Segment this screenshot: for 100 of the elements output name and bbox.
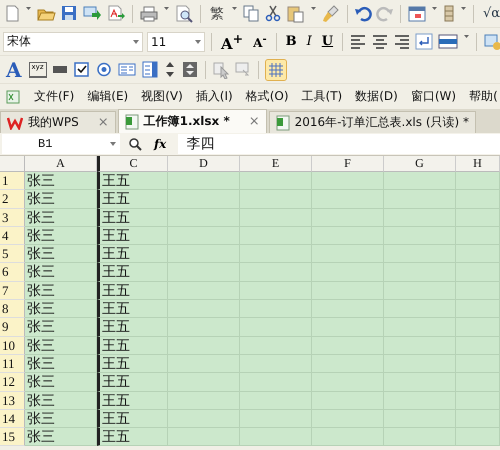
- row-header[interactable]: 10: [0, 336, 25, 355]
- font-dropdown[interactable]: 宋体: [3, 32, 143, 52]
- scissors-icon[interactable]: [264, 4, 282, 23]
- table-cell: 王五: [97, 300, 168, 318]
- underline-button[interactable]: U: [318, 32, 336, 50]
- menu-item[interactable]: 格式(O): [246, 88, 289, 105]
- column-header[interactable]: E: [240, 156, 312, 172]
- close-tab-button[interactable]: ×: [248, 114, 260, 129]
- row-header[interactable]: 6: [0, 263, 25, 282]
- table-cell: [168, 172, 240, 190]
- menu-item[interactable]: 编辑(E): [87, 88, 128, 105]
- table-cell: 张三: [25, 208, 97, 227]
- italic-button[interactable]: I: [304, 32, 315, 50]
- row-header[interactable]: 2: [0, 190, 25, 209]
- table-cell: 王五: [97, 282, 168, 300]
- table-cell: [168, 428, 240, 446]
- table-cell: 张三: [25, 300, 97, 318]
- combo-box-icon[interactable]: [140, 60, 158, 79]
- bold-button[interactable]: B: [282, 32, 300, 50]
- row-header[interactable]: 13: [0, 392, 25, 410]
- table-cell: 张三: [25, 190, 97, 209]
- insert-function-button[interactable]: fx: [150, 137, 170, 151]
- column-icon[interactable]: [442, 4, 456, 23]
- tab-label: 我的WPS: [28, 114, 79, 131]
- table-cell: [384, 428, 456, 446]
- row-header[interactable]: 1: [0, 172, 25, 190]
- row-header[interactable]: 9: [0, 318, 25, 337]
- save-icon[interactable]: [60, 4, 78, 23]
- row-header[interactable]: 5: [0, 245, 25, 264]
- column-header[interactable]: A: [25, 156, 97, 172]
- zoom-icon[interactable]: [128, 137, 142, 151]
- table-cell: 王五: [97, 392, 168, 410]
- shrink-font-button[interactable]: A$^{-}$: [250, 31, 270, 52]
- pdf-export-icon[interactable]: [106, 4, 126, 23]
- table-cell: 王五: [97, 410, 168, 428]
- name-box[interactable]: B1: [2, 134, 120, 154]
- paintbrush-icon[interactable]: [321, 4, 341, 23]
- scroll-bar-icon[interactable]: [180, 60, 198, 79]
- grow-font-button[interactable]: A$^{+}$: [218, 30, 246, 53]
- print-preview-icon[interactable]: [174, 4, 194, 23]
- table-cell: 张三: [25, 373, 97, 392]
- table-cell: [456, 428, 500, 446]
- wordart-button[interactable]: A: [3, 60, 25, 78]
- table-cell: 张三: [25, 410, 97, 428]
- spreadsheet-icon[interactable]: [5, 88, 21, 104]
- table-icon[interactable]: [407, 4, 427, 23]
- row-header[interactable]: 15: [0, 428, 25, 446]
- table-cell: 张三: [25, 392, 97, 410]
- row-header[interactable]: 3: [0, 208, 25, 227]
- table-cell: 张三: [25, 245, 97, 264]
- menu-item[interactable]: 工具(T): [302, 88, 342, 105]
- menu-item[interactable]: 窗口(W): [410, 88, 456, 105]
- traditional-chinese-button[interactable]: 繁: [207, 4, 227, 22]
- document-tab[interactable]: 2016年-订单汇总表.xls (只读) *: [268, 111, 476, 133]
- table-cell: 王五: [97, 208, 168, 227]
- wps-logo-icon: [7, 116, 23, 130]
- paste-icon[interactable]: [286, 4, 306, 23]
- printer-icon[interactable]: [139, 4, 159, 23]
- undo-icon[interactable]: [354, 4, 372, 23]
- column-header[interactable]: C: [97, 156, 168, 172]
- menu-item[interactable]: 帮助(: [469, 88, 498, 105]
- menu-item[interactable]: 数据(D): [355, 88, 398, 105]
- gridlines-button[interactable]: [264, 58, 286, 80]
- row-header[interactable]: 7: [0, 282, 25, 300]
- table-cell: [240, 172, 312, 190]
- table-cell: [312, 172, 384, 190]
- checkbox-icon[interactable]: [72, 60, 90, 79]
- spreadsheet-icon: [124, 114, 139, 130]
- menu-item[interactable]: 文件(F): [34, 88, 74, 105]
- wrap-text-icon[interactable]: [415, 32, 434, 51]
- table-cell: 王五: [97, 428, 168, 446]
- document-tab[interactable]: 工作簿1.xlsx * ×: [118, 109, 267, 133]
- menu-item[interactable]: 视图(V): [141, 88, 183, 105]
- column-header[interactable]: D: [168, 156, 240, 172]
- column-header[interactable]: G: [384, 156, 456, 172]
- table-cell: 王五: [97, 172, 168, 190]
- row-header[interactable]: 11: [0, 354, 25, 374]
- formula-input[interactable]: 李四: [178, 134, 500, 154]
- table-cell: [312, 428, 384, 446]
- merge-cells-icon[interactable]: [437, 32, 460, 51]
- table-cell: 王五: [97, 245, 168, 264]
- radio-button-icon[interactable]: [94, 60, 112, 79]
- table-cell: 王五: [97, 318, 168, 337]
- menu-item[interactable]: 插入(I): [196, 88, 233, 105]
- cell-format-icon[interactable]: [483, 32, 500, 51]
- document-tab[interactable]: 我的WPS ×: [0, 111, 116, 133]
- row-header[interactable]: 4: [0, 226, 25, 246]
- formula-button[interactable]: √α: [480, 4, 500, 22]
- row-header[interactable]: 12: [0, 373, 25, 392]
- row-header[interactable]: 8: [0, 300, 25, 318]
- table-cell: 张三: [25, 263, 97, 282]
- copy-icon[interactable]: [242, 4, 260, 23]
- table-cell: 王五: [97, 263, 168, 282]
- table-cell: [384, 172, 456, 190]
- close-tab-button[interactable]: ×: [98, 115, 109, 130]
- font-size-dropdown[interactable]: 11: [147, 32, 205, 52]
- table-cell: 张三: [25, 282, 97, 300]
- row-header[interactable]: 14: [0, 410, 25, 428]
- column-header[interactable]: F: [312, 156, 384, 172]
- column-header[interactable]: H: [456, 156, 500, 172]
